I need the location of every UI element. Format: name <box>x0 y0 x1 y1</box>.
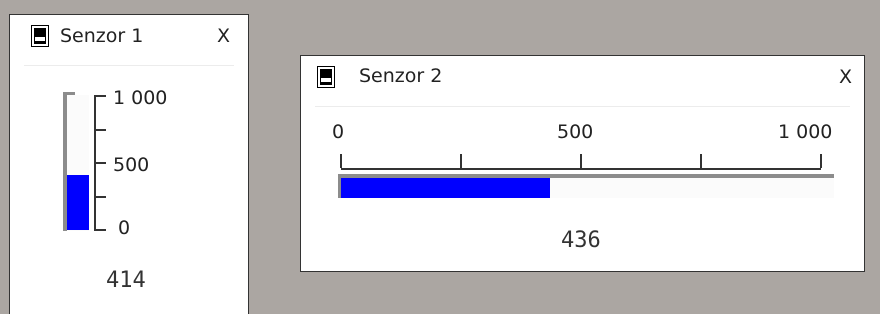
gauge-tick <box>94 195 106 198</box>
gauge-tick <box>700 154 702 168</box>
gauge-tick <box>94 162 106 164</box>
sensor-value: 414 <box>106 268 146 293</box>
sensor-value: 436 <box>561 228 601 253</box>
gauge-tick <box>340 154 342 168</box>
sensor-1-window[interactable]: Senzor 1 X 1 000 500 0 414 <box>9 14 249 314</box>
tick-label-mid: 500 <box>113 154 150 176</box>
close-button[interactable]: X <box>217 25 230 47</box>
gauge-tick <box>820 154 822 168</box>
tick-label-max: 1 000 <box>778 121 833 143</box>
meter-icon <box>317 66 335 88</box>
gauge-scale-axis <box>341 168 821 170</box>
gauge-fill <box>341 178 550 198</box>
sensor-2-window[interactable]: Senzor 2 X 0 500 1 000 436 <box>300 55 865 272</box>
sensor-2-title-bar[interactable]: Senzor 2 X <box>301 56 864 102</box>
sensor-2-title: Senzor 2 <box>359 65 443 87</box>
title-separator <box>315 106 850 107</box>
gauge-fill <box>67 175 89 230</box>
meter-icon <box>31 25 49 47</box>
tick-label-mid: 500 <box>557 121 594 143</box>
gauge-tick <box>460 154 462 168</box>
tick-label-max: 1 000 <box>113 87 168 109</box>
gauge-tick <box>94 229 106 231</box>
sensor-1-title: Senzor 1 <box>60 25 144 47</box>
tick-label-min: 0 <box>118 217 131 239</box>
gauge-tick <box>94 128 106 131</box>
gauge-tick <box>94 95 106 97</box>
tick-label-min: 0 <box>332 121 345 143</box>
sensor-1-title-bar[interactable]: Senzor 1 X <box>10 15 248 61</box>
gauge-tick <box>580 154 582 168</box>
title-separator <box>24 65 234 66</box>
close-button[interactable]: X <box>839 66 852 88</box>
